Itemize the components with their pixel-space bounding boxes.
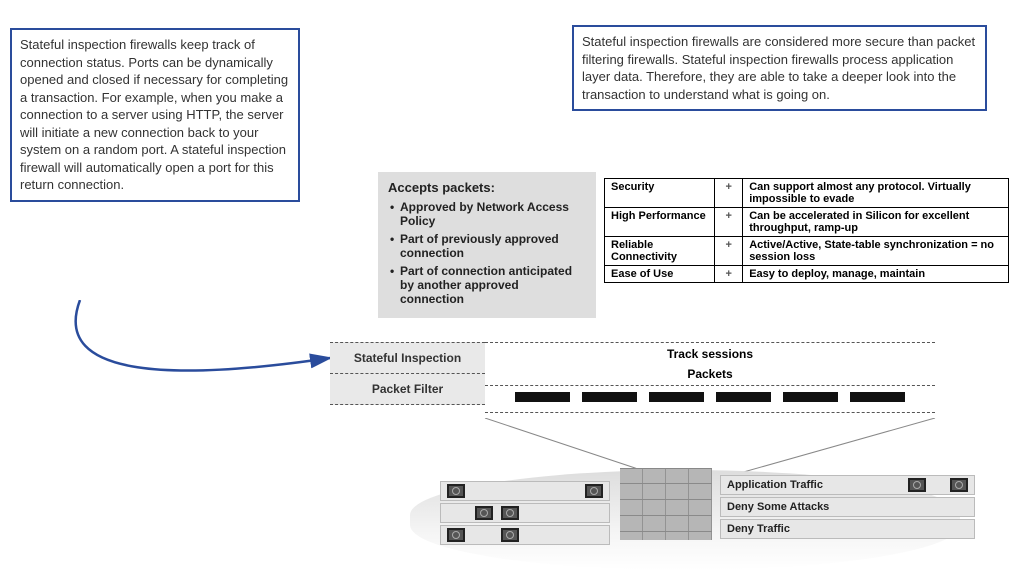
packet-icon [649, 392, 704, 402]
packets-label: Packets [485, 365, 935, 385]
accepts-item: Approved by Network Access Policy [390, 198, 586, 230]
chip-icon [447, 484, 465, 498]
chip-icon [475, 506, 493, 520]
accepts-item: Part of connection anticipated by anothe… [390, 262, 586, 308]
list-item: Deny Traffic [720, 519, 975, 539]
packet-stack-right: Application Traffic Deny Some Attacks De… [720, 475, 975, 539]
packet-icon [515, 392, 570, 402]
chip-icon [585, 484, 603, 498]
feature-desc: Can support almost any protocol. Virtual… [743, 179, 1009, 208]
feature-desc: Easy to deploy, manage, maintain [743, 266, 1009, 283]
packet-icon [783, 392, 838, 402]
feature-name: Security [605, 179, 715, 208]
plus-icon: + [715, 237, 743, 266]
feature-desc: Active/Active, State-table synchronizati… [743, 237, 1009, 266]
chip-icon [950, 478, 968, 492]
layer-stateful: Stateful Inspection [330, 342, 485, 374]
funnel-lines [470, 418, 950, 473]
chip-icon [908, 478, 926, 492]
feature-name: Ease of Use [605, 266, 715, 283]
rule-label: Deny Some Attacks [727, 501, 829, 513]
rule-label: Deny Traffic [727, 523, 790, 535]
table-row: Ease of Use + Easy to deploy, manage, ma… [605, 266, 1009, 283]
accepts-packets-box: Accepts packets: Approved by Network Acc… [378, 172, 596, 318]
callout-right: Stateful inspection firewalls are consid… [572, 25, 987, 111]
feature-name: Reliable Connectivity [605, 237, 715, 266]
list-item: Application Traffic [720, 475, 975, 495]
chip-icon [501, 528, 519, 542]
plus-icon: + [715, 266, 743, 283]
packet-icon [716, 392, 771, 402]
list-item: Deny Some Attacks [720, 497, 975, 517]
track-sessions-label: Track sessions [485, 342, 935, 365]
table-row: High Performance + Can be accelerated in… [605, 208, 1009, 237]
callout-left: Stateful inspection firewalls keep track… [10, 28, 300, 202]
accepts-item: Part of previously approved connection [390, 230, 586, 262]
table-row: Reliable Connectivity + Active/Active, S… [605, 237, 1009, 266]
firewall-icon [620, 468, 712, 540]
chip-icon [501, 506, 519, 520]
rule-label: Application Traffic [727, 479, 823, 491]
chip-icon [447, 528, 465, 542]
accepts-title: Accepts packets: [388, 180, 586, 195]
plus-icon: + [715, 208, 743, 237]
packet-icon [850, 392, 905, 402]
feature-desc: Can be accelerated in Silicon for excell… [743, 208, 1009, 237]
arrow-connector [40, 300, 340, 420]
layer-stack-left: Stateful Inspection Packet Filter [330, 342, 485, 404]
feature-table: Security + Can support almost any protoc… [604, 178, 1009, 283]
plus-icon: + [715, 179, 743, 208]
track-box: Track sessions Packets [485, 342, 935, 413]
packet-icon [582, 392, 637, 402]
feature-name: High Performance [605, 208, 715, 237]
list-item [440, 525, 610, 545]
packet-stack-left [440, 481, 610, 545]
list-item [440, 481, 610, 501]
list-item [440, 503, 610, 523]
packet-bar-row [485, 385, 935, 413]
layer-packetfilter: Packet Filter [330, 373, 485, 405]
table-row: Security + Can support almost any protoc… [605, 179, 1009, 208]
